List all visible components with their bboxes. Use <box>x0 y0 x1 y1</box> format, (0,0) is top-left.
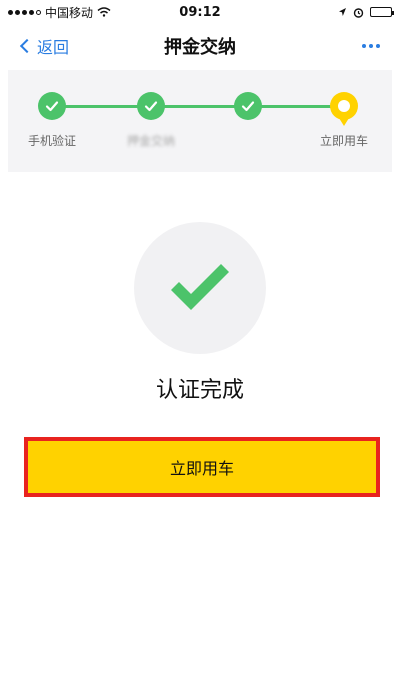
check-circle-icon <box>38 92 66 120</box>
ride-now-button[interactable]: 立即用车 <box>24 437 380 497</box>
status-left: 中国移动 <box>8 4 111 21</box>
carrier-label: 中国移动 <box>45 5 94 20</box>
ride-now-label: 立即用车 <box>169 459 234 478</box>
back-button[interactable]: 返回 <box>18 24 69 68</box>
status-time: 09:12 <box>179 4 221 20</box>
check-circle-icon <box>234 92 262 120</box>
location-arrow-icon <box>339 8 346 16</box>
step-ride-now: 立即用车 <box>304 92 384 149</box>
signal-icon <box>8 9 41 15</box>
location-pin-icon <box>330 92 358 126</box>
battery-icon <box>370 7 394 17</box>
back-label: 返回 <box>37 38 70 57</box>
step-phone-verify: 手机验证 <box>12 92 92 149</box>
checkmark-icon <box>171 264 229 310</box>
step-label: 押金交纳 <box>126 134 175 148</box>
wifi-icon <box>97 7 111 17</box>
progress-line <box>52 105 342 108</box>
alarm-icon <box>353 7 364 18</box>
status-right <box>338 7 394 18</box>
status-bar: 中国移动 09:12 <box>8 0 394 24</box>
step-label: 手机验证 <box>27 134 76 148</box>
success-check-badge <box>134 222 266 354</box>
progress-steps: 手机验证 押金交纳 立即用车 <box>8 70 392 172</box>
nav-bar: 返回 押金交纳 <box>8 24 392 68</box>
chevron-left-icon <box>19 38 35 54</box>
step-identity <box>208 92 288 132</box>
status-title: 认证完成 <box>155 378 244 403</box>
more-button[interactable] <box>362 24 380 68</box>
more-dots-icon <box>362 44 366 48</box>
step-label: 立即用车 <box>319 134 368 148</box>
check-circle-icon <box>137 92 165 120</box>
step-deposit: 押金交纳 <box>111 92 191 149</box>
page-title: 押金交纳 <box>164 37 236 58</box>
